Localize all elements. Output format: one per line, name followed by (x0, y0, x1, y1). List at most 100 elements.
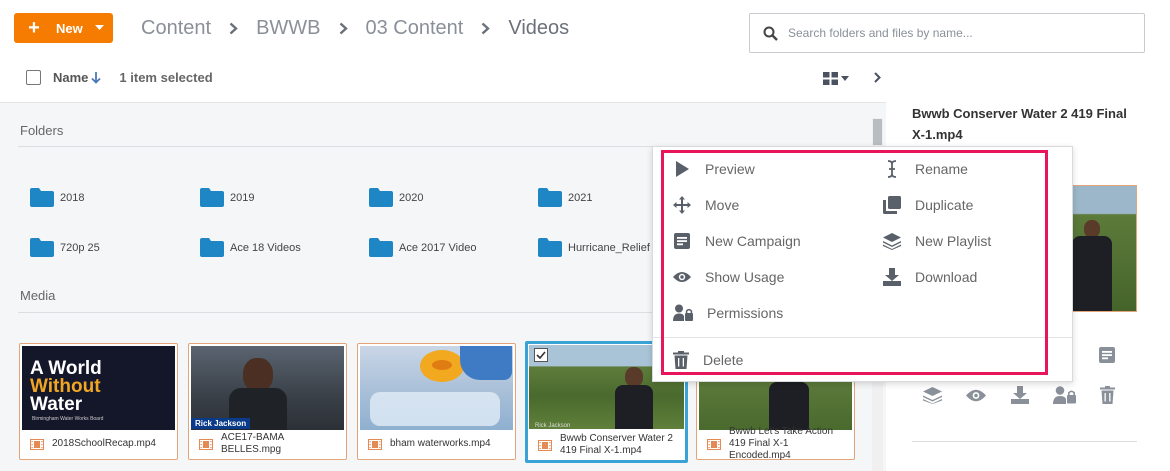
menu-item-show-usage[interactable]: Show Usage (673, 268, 784, 286)
menu-item-label: New Playlist (915, 233, 992, 249)
plus-icon: + (28, 17, 40, 39)
scrollbar-thumb[interactable] (873, 119, 882, 145)
video-thumbnail: Rick Jackson (191, 346, 344, 430)
details-preview (1069, 185, 1137, 312)
list-header: Name 1 item selected (26, 70, 213, 85)
collapse-panel-button[interactable] (874, 72, 881, 83)
menu-item-move[interactable]: Move (673, 196, 739, 214)
media-card[interactable]: A World Without Water Birmingham Water W… (19, 343, 178, 460)
video-thumbnail (360, 346, 513, 430)
film-icon (697, 438, 729, 450)
folder-icon (30, 188, 60, 207)
check-icon (536, 351, 546, 359)
sort-label: Name (53, 70, 89, 85)
campaign-icon (673, 232, 705, 250)
menu-item-preview[interactable]: Preview (673, 160, 755, 178)
breadcrumb-item-videos: Videos (508, 17, 570, 39)
media-caption: ACE17-BAMA BELLES.mpg (189, 429, 346, 459)
chevron-down-icon[interactable] (94, 25, 104, 31)
folder-icon (200, 188, 230, 207)
menu-item-new-playlist[interactable]: New Playlist (883, 232, 991, 250)
text-cursor-icon (883, 160, 915, 178)
search-icon (763, 26, 778, 41)
folders-heading: Folders (20, 123, 64, 138)
context-menu: Preview Move New Campaign Show Usage Per… (652, 146, 1073, 382)
show-usage-icon[interactable] (966, 389, 986, 402)
delete-icon[interactable] (1100, 386, 1115, 404)
chevron-down-icon (841, 76, 849, 81)
media-caption: bham waterworks.mp4 (358, 429, 515, 459)
media-name: bham waterworks.mp4 (390, 438, 491, 449)
trash-icon (673, 351, 703, 369)
chevron-right-icon (339, 22, 348, 35)
eye-icon (673, 268, 705, 286)
selected-checkbox[interactable] (534, 348, 548, 362)
folder-item[interactable]: Hurricane_Relief (538, 238, 650, 257)
menu-item-delete[interactable]: Delete (673, 351, 743, 369)
menu-item-label: Show Usage (705, 269, 785, 285)
menu-divider (653, 337, 1072, 338)
menu-item-label: New Campaign (705, 233, 801, 249)
menu-item-duplicate[interactable]: Duplicate (883, 196, 973, 214)
folder-icon (200, 238, 230, 257)
move-icon (673, 196, 705, 214)
menu-item-label: Permissions (707, 305, 784, 321)
breadcrumb-item-content[interactable]: Content (141, 17, 211, 40)
folder-item[interactable]: 2020 (369, 188, 423, 207)
grid-icon (823, 72, 838, 85)
select-all-checkbox[interactable] (26, 70, 41, 85)
permissions-icon[interactable] (1053, 386, 1077, 404)
thumbnail-text: Rick Jackson (535, 423, 571, 429)
folder-name: 720p 25 (60, 241, 100, 254)
film-icon (20, 438, 52, 450)
folder-item[interactable]: Ace 2017 Video (369, 238, 476, 257)
new-campaign-icon[interactable] (1099, 347, 1115, 363)
folder-icon (369, 238, 399, 257)
menu-item-label: Duplicate (915, 197, 974, 213)
media-caption: Bwwb Let's Take Action 419 Final X-1 Enc… (697, 426, 854, 461)
breadcrumb-item-bwwb[interactable]: BWWB (256, 17, 320, 40)
folder-icon (369, 188, 399, 207)
menu-item-rename[interactable]: Rename (883, 160, 968, 178)
chevron-right-icon (481, 22, 491, 35)
film-icon (189, 438, 221, 450)
menu-item-label: Download (915, 269, 978, 285)
search-box (749, 13, 1145, 53)
media-card[interactable]: bham waterworks.mp4 (357, 343, 516, 460)
folder-name: Ace 2017 Video (399, 241, 477, 254)
user-lock-icon (673, 304, 707, 322)
view-mode-button[interactable] (823, 72, 849, 85)
playlist-icon[interactable] (923, 387, 942, 404)
layers-icon (883, 232, 915, 250)
new-button[interactable]: + New (14, 13, 113, 43)
chevron-right-icon (229, 22, 238, 35)
media-heading: Media (20, 288, 56, 303)
menu-item-label: Move (705, 197, 740, 213)
menu-item-permissions[interactable]: Permissions (673, 304, 783, 322)
folder-item[interactable]: 720p 25 (30, 238, 100, 257)
media-name: Bwwb Let's Take Action 419 Final X-1 Enc… (729, 426, 834, 461)
folder-item[interactable]: Ace 18 Videos (200, 238, 301, 257)
folder-item[interactable]: 2019 (200, 188, 254, 207)
folder-name: Hurricane_Relief (568, 241, 650, 254)
folder-icon (30, 238, 60, 257)
sort-by-name-button[interactable]: Name (53, 70, 102, 85)
video-thumbnail: A World Without Water Birmingham Water W… (22, 346, 175, 430)
folder-item[interactable]: 2021 (538, 188, 592, 207)
media-card[interactable]: Rick Jackson ACE17-BAMA BELLES.mpg (188, 343, 347, 460)
folder-name: 2021 (568, 191, 593, 204)
folder-item[interactable]: 2018 (30, 188, 84, 207)
breadcrumb-item-03-content[interactable]: 03 Content (366, 17, 464, 40)
media-name: 2018SchoolRecap.mp4 (52, 438, 156, 449)
search-input[interactable] (788, 26, 1128, 40)
copy-icon (883, 196, 915, 214)
divider (912, 441, 1137, 442)
menu-item-new-campaign[interactable]: New Campaign (673, 232, 801, 250)
download-icon[interactable] (1011, 386, 1029, 404)
menu-item-download[interactable]: Download (883, 268, 977, 286)
menu-item-label: Preview (705, 161, 755, 177)
new-button-label: New (56, 20, 83, 36)
download-icon (883, 268, 915, 286)
details-title: Bwwb Conserver Water 2 419 Final X-1.mp4 (912, 106, 1127, 142)
media-name: Bwwb Conserver Water 2 419 Final X-1.mp4 (560, 433, 673, 456)
